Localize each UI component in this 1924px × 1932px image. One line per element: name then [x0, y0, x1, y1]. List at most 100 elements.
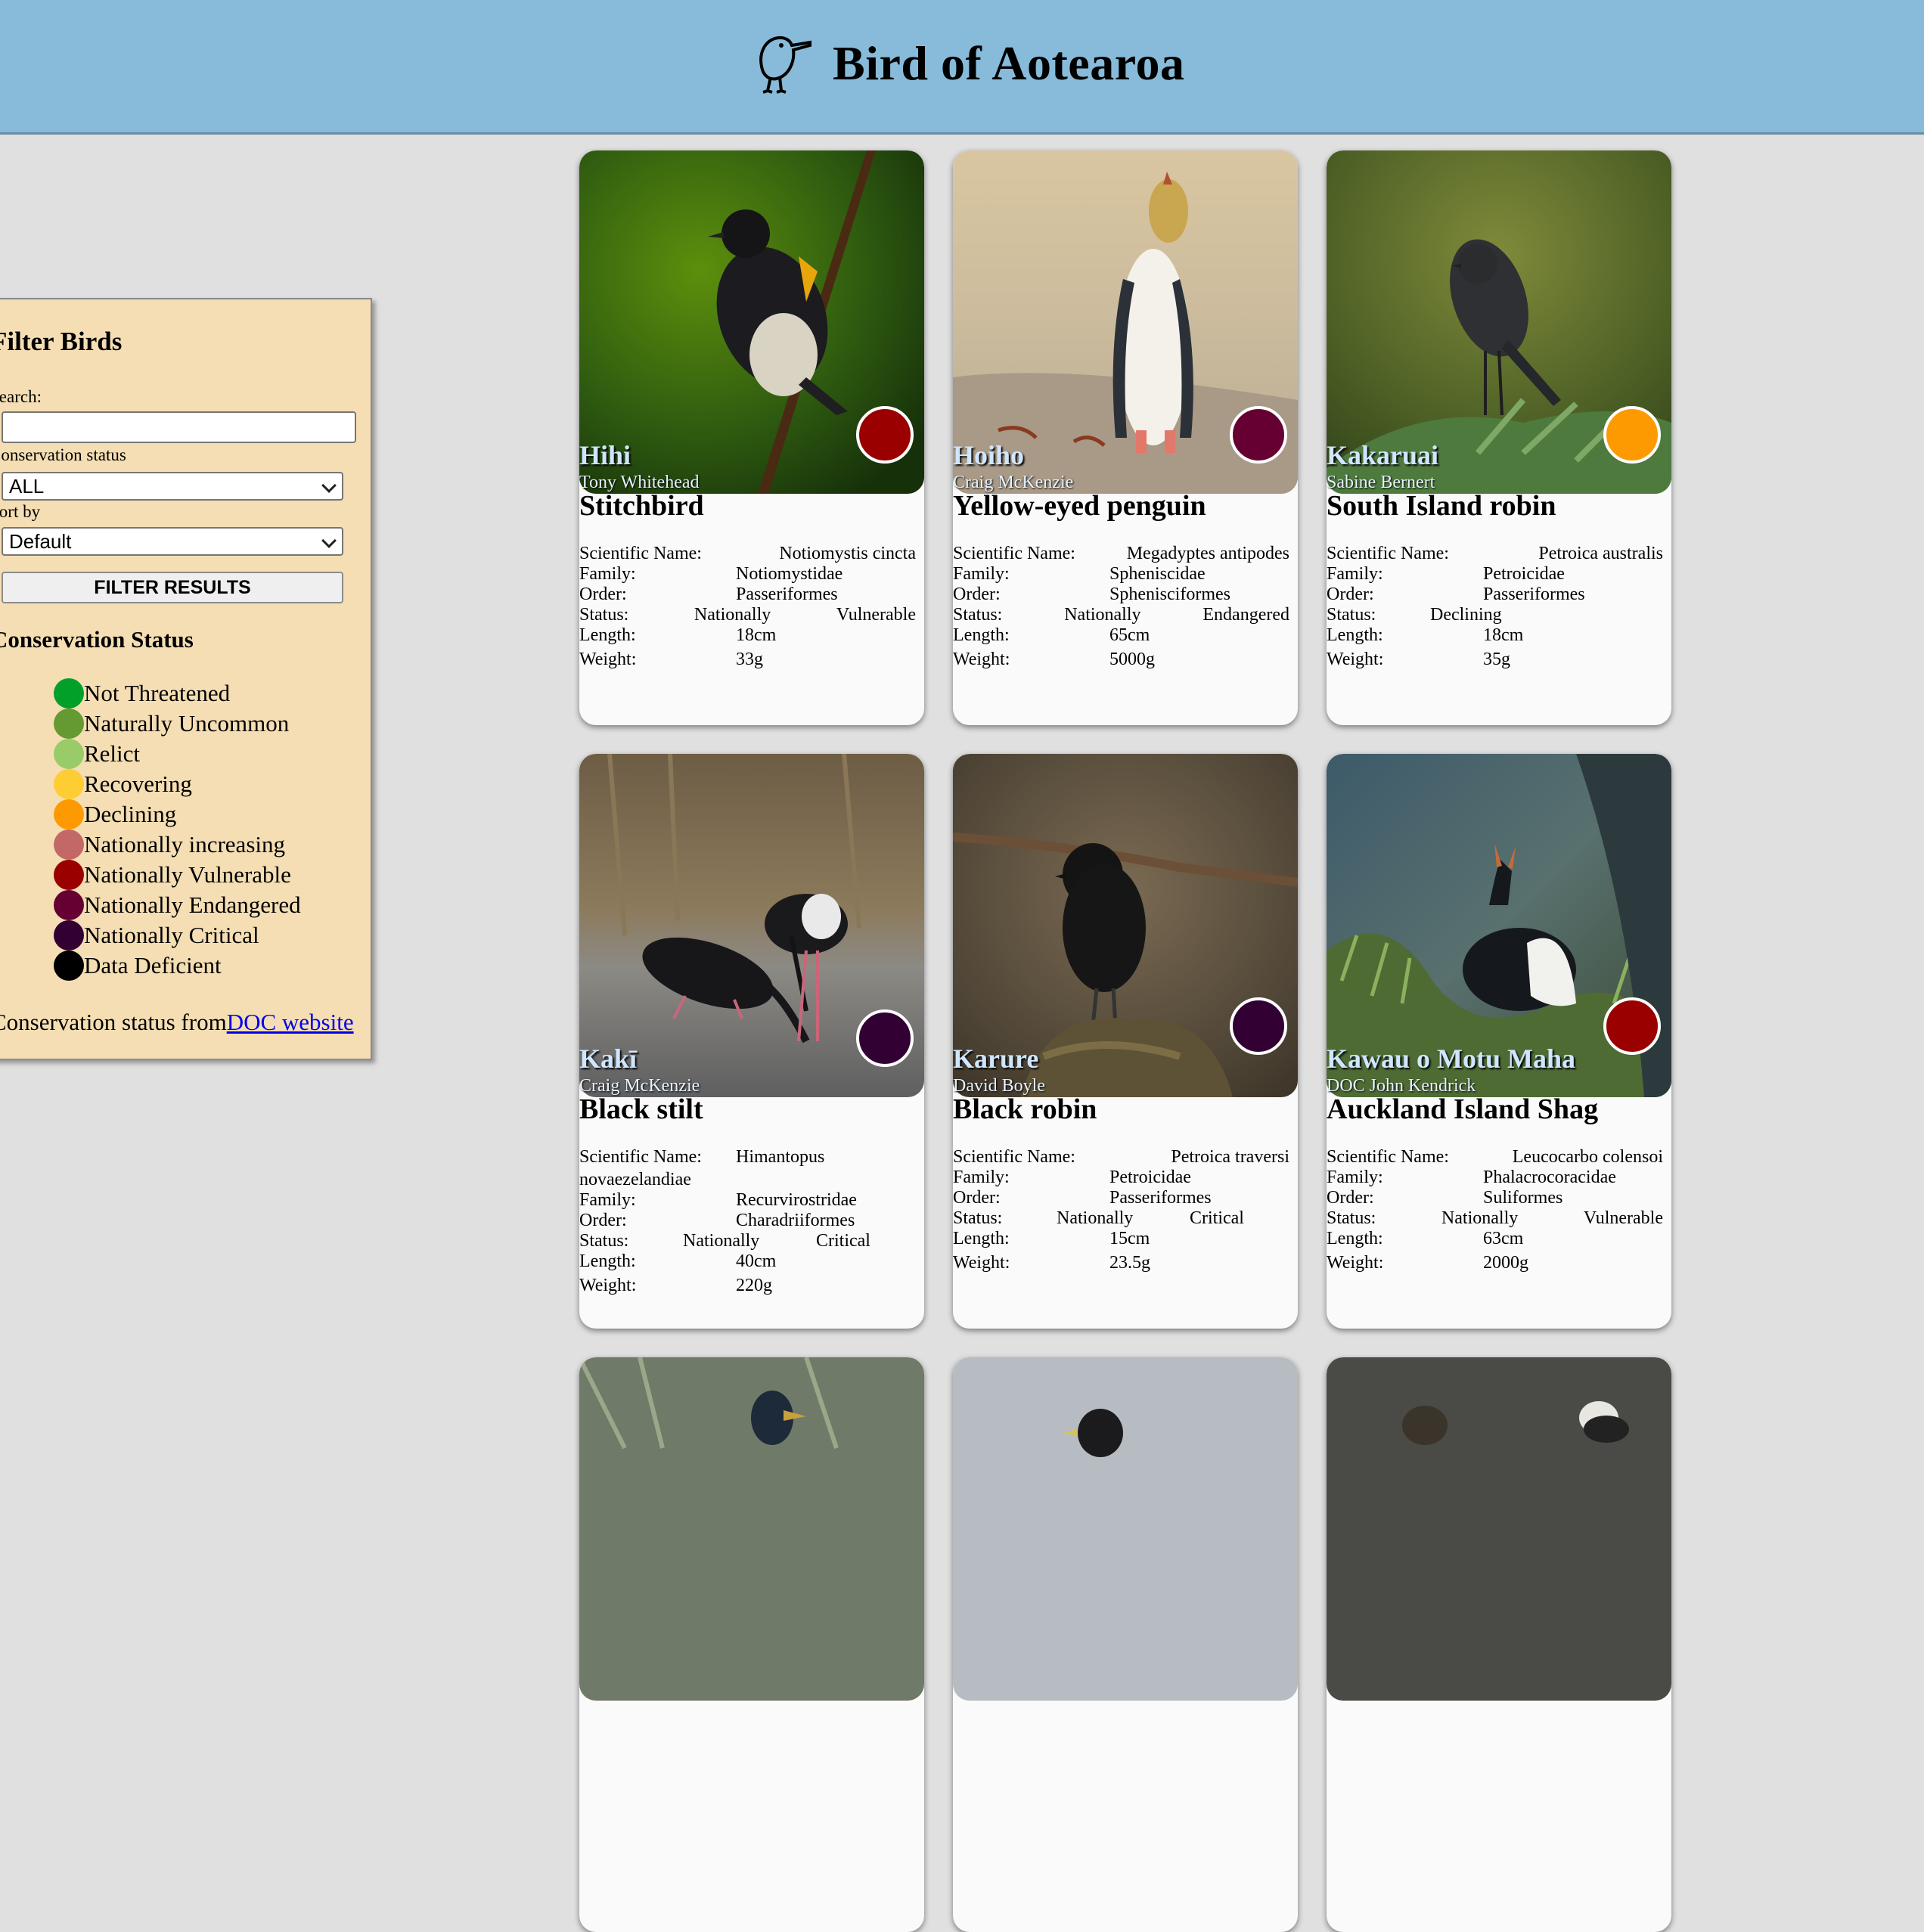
brand[interactable]: Bird of Aotearoa [745, 26, 1184, 101]
length-value: 63cm [1483, 1229, 1524, 1248]
bird-card[interactable] [579, 1357, 924, 1932]
filter-panel: Filter Birds Search: Conservation status… [0, 298, 372, 1060]
detail-row: Scientific Name: Himantopus [579, 1147, 825, 1167]
status-indicator [1230, 997, 1287, 1055]
order-value: Passeriformes [1109, 1188, 1212, 1208]
detail-row: Scientific Name: Leucocarbo colensoi [1327, 1147, 1663, 1167]
bird-card[interactable]: Kakī Craig McKenzie Black stilt Scientif… [579, 754, 924, 1329]
scientific-name: Megadyptes antipodes [1126, 544, 1289, 563]
status-value: Nationally [1441, 1208, 1519, 1228]
status-dot-icon [54, 799, 84, 830]
legend-item: Nationally Critical [54, 920, 301, 950]
scientific-name: Leucocarbo colensoi [1512, 1147, 1663, 1167]
kiwi-bird-icon [759, 36, 811, 94]
status-value: Nationally [683, 1231, 760, 1251]
detail-row: Scientific Name: Notiomystis cincta [579, 544, 916, 563]
length-value: 18cm [736, 625, 777, 645]
length-value: 65cm [1109, 625, 1150, 645]
legend-item: Relict [54, 739, 301, 769]
legend-item: Data Deficient [54, 950, 301, 981]
order-value: Charadriiformes [736, 1211, 855, 1230]
length-value: 40cm [736, 1251, 777, 1271]
family-value: Recurvirostridae [736, 1190, 857, 1210]
detail-row: Order: Sphenisciformes [953, 585, 1289, 605]
legend-label: Nationally Vulnerable [84, 861, 291, 888]
legend-item: Nationally increasing [54, 830, 301, 860]
maori-name: Kakaruai [1327, 440, 1439, 470]
sort-select[interactable]: Default [2, 527, 343, 556]
status-indicator [1230, 406, 1287, 464]
detail-row: Status: Nationally Critical [953, 1208, 1244, 1228]
scientific-name: Petroica australis [1538, 544, 1663, 563]
english-name: South Island robin [1327, 490, 1556, 522]
bird-photo [1327, 1357, 1671, 1701]
maori-name: Hihi [579, 440, 632, 470]
detail-row: Order: Passeriformes [953, 1188, 1289, 1208]
english-name: Stitchbird [579, 490, 704, 522]
status-value: Nationally [1064, 605, 1141, 625]
bird-details: Scientific Name: Himantopus novaezelandia… [579, 1147, 916, 1296]
detail-row: Length: 65cm [953, 625, 1289, 646]
detail-row: Weight: 33g [579, 650, 916, 670]
site-title: Bird of Aotearoa [833, 36, 1185, 90]
bird-card[interactable]: Hihi Tony Whitehead Stitchbird Scientifi… [579, 150, 924, 725]
status-dot-icon [54, 678, 84, 709]
sort-label: Sort by [0, 502, 41, 521]
weight-value: 5000g [1109, 650, 1155, 669]
detail-row: Status: Declining [1327, 605, 1502, 625]
bird-card[interactable]: Karure David Boyle Black robin Scientifi… [953, 754, 1298, 1329]
legend-label: Nationally increasing [84, 831, 285, 857]
status-dot-icon [54, 739, 84, 769]
family-value: Notiomystidae [736, 564, 843, 584]
bird-card[interactable]: Hoiho Craig McKenzie Yellow-eyed penguin… [953, 150, 1298, 725]
legend-item: Nationally Vulnerable [54, 860, 301, 890]
search-input[interactable] [2, 411, 356, 443]
order-value: Passeriformes [736, 585, 838, 604]
conservation-label: Conservation status [0, 445, 126, 464]
detail-row: Scientific Name: Petroica australis [1327, 544, 1663, 563]
weight-value: 35g [1483, 650, 1510, 669]
bird-card[interactable] [953, 1357, 1298, 1932]
filter-results-button[interactable]: FILTER RESULTS [2, 572, 343, 603]
search-label: Search: [0, 387, 42, 406]
family-value: Spheniscidae [1109, 564, 1206, 584]
maori-name: Kawau o Motu Maha [1327, 1044, 1576, 1074]
bird-card[interactable] [1327, 1357, 1671, 1932]
status-value: Critical [1190, 1208, 1244, 1228]
scientific-name: Petroica traversi [1171, 1147, 1289, 1167]
status-dot-icon [54, 950, 84, 981]
detail-row: Order: Passeriformes [1327, 585, 1663, 605]
scientific-name: Notiomystis cincta [779, 544, 916, 563]
detail-row: Scientific Name: Petroica traversi [953, 1147, 1289, 1167]
detail-row: Family: Phalacrocoracidae [1327, 1168, 1663, 1188]
detail-row: Family: Notiomystidae [579, 564, 916, 585]
detail-row: Length: 18cm [579, 625, 916, 646]
english-name: Black stilt [579, 1093, 703, 1125]
status-value: Nationally [694, 605, 771, 625]
bird-details: Scientific Name: Petroica australis Famil… [1327, 544, 1663, 670]
detail-row: Length: 15cm [953, 1229, 1289, 1249]
length-value: 15cm [1109, 1229, 1150, 1248]
detail-row: Family: Recurvirostridae [579, 1190, 916, 1211]
bird-card[interactable]: Kawau o Motu Maha DOC John Kendrick Auck… [1327, 754, 1671, 1329]
weight-value: 2000g [1483, 1253, 1528, 1273]
bird-details: Scientific Name: Petroica traversi Family… [953, 1147, 1289, 1273]
legend-label: Recovering [84, 771, 192, 797]
detail-row: Status: Nationally Vulnerable [579, 605, 916, 625]
status-value: Critical [816, 1231, 870, 1251]
conservation-select-value: ALL [9, 474, 45, 498]
doc-website-link[interactable]: DOC website [227, 1009, 354, 1035]
status-indicator [856, 1009, 914, 1067]
detail-row: Family: Petroicidae [953, 1168, 1289, 1188]
status-dot-icon [54, 860, 84, 890]
detail-row: Weight: 23.5g [953, 1253, 1289, 1273]
english-name: Black robin [953, 1093, 1097, 1125]
bird-card[interactable]: Kakaruai Sabine Bernert South Island rob… [1327, 150, 1671, 725]
english-name: Auckland Island Shag [1327, 1093, 1599, 1125]
order-value: Passeriformes [1483, 585, 1585, 604]
scientific-name: novaezelandiae [579, 1170, 691, 1189]
legend-label: Nationally Endangered [84, 892, 301, 918]
detail-row: Order: Suliformes [1327, 1188, 1663, 1208]
detail-row: Scientific Name: Megadyptes antipodes [953, 544, 1289, 563]
conservation-select[interactable]: ALL [2, 472, 343, 501]
